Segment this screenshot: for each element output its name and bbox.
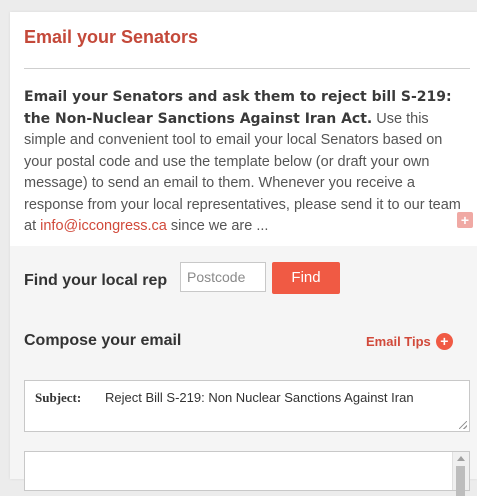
email-tips-label: Email Tips — [366, 334, 431, 349]
expand-intro-button[interactable]: + — [457, 212, 473, 228]
subject-label: Subject: — [35, 390, 82, 405]
email-tips-link[interactable]: Email Tips + — [366, 333, 453, 350]
widget-title: Email your Senators — [24, 27, 199, 47]
intro-body: Use this simple and convenient tool to e… — [24, 110, 461, 235]
email-body-textarea[interactable] — [24, 451, 470, 496]
email-senators-widget: Email your Senators Email your Senators … — [10, 12, 477, 496]
find-button[interactable]: Find — [272, 262, 340, 294]
subject-value: Reject Bill S-219: Non Nuclear Sanctions… — [105, 390, 414, 405]
intro-text: Email your Senators and ask them to reje… — [24, 87, 464, 238]
scrollbar[interactable] — [452, 452, 469, 496]
subject-field[interactable]: Subject: Reject Bill S-219: Non Nuclear … — [24, 380, 470, 432]
contact-email-link[interactable]: info@iccongress.ca — [40, 218, 167, 234]
compose-label: Compose your email — [24, 332, 182, 349]
plus-icon: + — [435, 333, 453, 350]
intro-trail: since we are ... — [170, 218, 269, 234]
find-rep-label: Find your local rep — [24, 272, 168, 289]
postcode-input[interactable] — [180, 262, 266, 292]
scrollbar-thumb[interactable] — [456, 466, 465, 496]
title-divider — [24, 68, 470, 69]
resize-grip-icon[interactable] — [459, 421, 467, 429]
scroll-up-arrow-icon[interactable] — [457, 456, 465, 461]
action-panel: Find your local rep Find Compose your em… — [10, 246, 477, 496]
